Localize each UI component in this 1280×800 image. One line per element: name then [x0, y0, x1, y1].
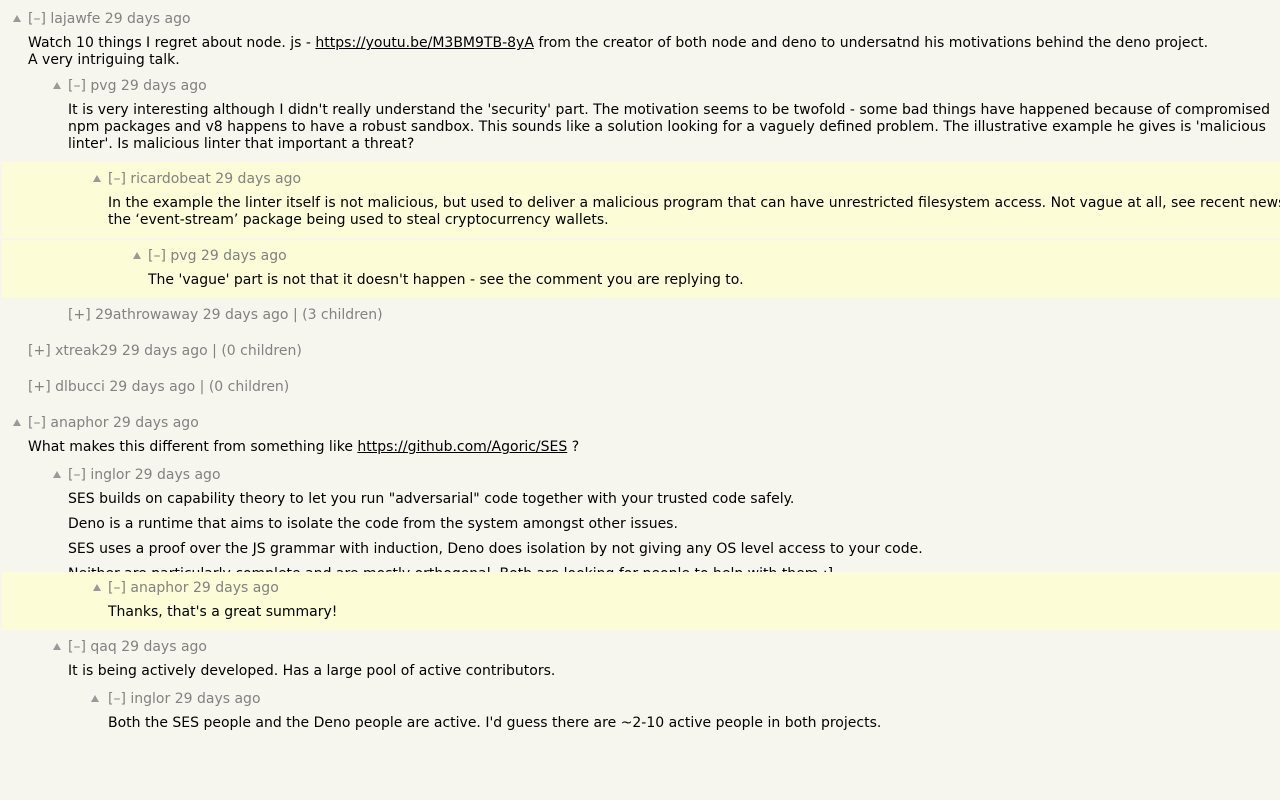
comment-author[interactable]: xtreak29: [55, 343, 117, 359]
comment-header: [–] pvg 29 days ago: [0, 78, 1280, 95]
comment-author[interactable]: qaq: [90, 639, 116, 655]
comment-author[interactable]: lajawfe: [50, 11, 100, 27]
comment: [–] qaq 29 days ago It is being actively…: [0, 630, 1280, 682]
comment-author[interactable]: pvg: [90, 78, 116, 94]
comment-age[interactable]: 29 days ago: [105, 11, 191, 27]
comment-body: It is very interesting although I didn't…: [68, 102, 1271, 152]
comment-body: Both the SES people and the Deno people …: [108, 715, 882, 731]
comment-author[interactable]: ricardobeat: [130, 171, 210, 187]
collapse-toggle[interactable]: [–]: [28, 415, 46, 431]
comment-body: Thanks, that's a great summary!: [108, 604, 338, 620]
comment-body: It is being actively developed. Has a la…: [68, 663, 556, 679]
collapse-toggle[interactable]: [–]: [68, 78, 86, 94]
comment-author[interactable]: anaphor: [130, 580, 188, 596]
upvote-arrow-icon[interactable]: [53, 643, 61, 650]
comment-header: [+] 29athrowaway 29 days ago | (3 childr…: [0, 307, 1280, 324]
comment-author[interactable]: dlbucci: [55, 379, 105, 395]
comment-age[interactable]: 29 days ago: [122, 343, 208, 359]
collapse-toggle[interactable]: [–]: [148, 248, 166, 264]
expand-toggle[interactable]: [+]: [28, 379, 51, 395]
comment: [–] pvg 29 days ago The 'vague' part is …: [2, 240, 1280, 298]
comment-header: [+] dlbucci 29 days ago | (0 children): [0, 379, 1280, 396]
comment-age[interactable]: 29 days ago: [113, 415, 199, 431]
separator: |: [292, 307, 298, 323]
children-count: (0 children): [221, 343, 302, 359]
comment-author[interactable]: inglor: [90, 467, 130, 483]
collapse-toggle[interactable]: [–]: [68, 639, 86, 655]
comment-header: [–] pvg 29 days ago: [2, 248, 1280, 265]
comment-header: [–] qaq 29 days ago: [0, 639, 1280, 656]
comment: [–] ricardobeat 29 days ago In the examp…: [2, 162, 1280, 238]
comment-link[interactable]: https://github.com/Agoric/SES: [357, 439, 567, 455]
comment-age[interactable]: 29 days ago: [193, 580, 279, 596]
collapse-toggle[interactable]: [–]: [108, 580, 126, 596]
comment-age[interactable]: 29 days ago: [121, 639, 207, 655]
expand-toggle[interactable]: [+]: [28, 343, 51, 359]
comment-header: [–] lajawfe 29 days ago: [0, 11, 1280, 28]
separator: |: [199, 379, 205, 395]
comment: [–] anaphor 29 days ago Thanks, that's a…: [2, 572, 1280, 630]
comment-author[interactable]: pvg: [170, 248, 196, 264]
comment-header: [–] anaphor 29 days ago: [2, 580, 1280, 597]
comment-age[interactable]: 29 days ago: [215, 171, 301, 187]
comment-header: [–] ricardobeat 29 days ago: [2, 171, 1280, 188]
children-count: (3 children): [302, 307, 383, 323]
comment-collapsed: [+] 29athrowaway 29 days ago | (3 childr…: [0, 298, 1280, 334]
expand-toggle[interactable]: [+]: [68, 307, 91, 323]
comment: [–] pvg 29 days ago It is very interesti…: [0, 70, 1280, 161]
collapse-toggle[interactable]: [–]: [68, 467, 86, 483]
comment: [–] inglor 29 days ago Both the SES peop…: [0, 682, 1280, 731]
comment-collapsed: [+] dlbucci 29 days ago | (0 children): [0, 370, 1280, 406]
comment: [–] inglor 29 days ago SES builds on cap…: [0, 458, 1280, 582]
comment-age[interactable]: 29 days ago: [121, 78, 207, 94]
comment-age[interactable]: 29 days ago: [203, 307, 289, 323]
comment-header: [–] anaphor 29 days ago: [0, 415, 1280, 432]
upvote-arrow-icon[interactable]: [13, 419, 21, 426]
comment-collapsed: [+] xtreak29 29 days ago | (0 children): [0, 334, 1280, 370]
comment-header: [+] xtreak29 29 days ago | (0 children): [0, 343, 1280, 360]
upvote-arrow-icon[interactable]: [93, 584, 101, 591]
comment: [–] anaphor 29 days ago What makes this …: [0, 406, 1280, 458]
comment-header: [–] inglor 29 days ago: [0, 691, 1280, 708]
comment-body: What makes this different from something…: [28, 439, 580, 455]
comment-author[interactable]: 29athrowaway: [95, 307, 198, 323]
comment: [–] lajawfe 29 days ago Watch 10 things …: [0, 0, 1280, 70]
collapse-toggle[interactable]: [–]: [108, 691, 126, 707]
upvote-arrow-icon[interactable]: [13, 15, 21, 22]
upvote-arrow-icon[interactable]: [91, 695, 99, 702]
comment-thread: [–] lajawfe 29 days ago Watch 10 things …: [0, 0, 1280, 800]
comment-body: In the example the linter itself is not …: [108, 195, 1280, 228]
upvote-arrow-icon[interactable]: [53, 82, 61, 89]
comment-author[interactable]: anaphor: [50, 415, 108, 431]
comment-header: [–] inglor 29 days ago: [0, 467, 1280, 484]
upvote-arrow-icon[interactable]: [93, 175, 101, 182]
separator: |: [212, 343, 217, 359]
collapse-toggle[interactable]: [–]: [108, 171, 126, 187]
comment-link[interactable]: https://youtu.be/M3BM9TB-8yA: [315, 35, 534, 51]
comment-author[interactable]: inglor: [130, 691, 170, 707]
comment-age[interactable]: 29 days ago: [175, 691, 261, 707]
children-count: (0 children): [208, 379, 290, 395]
collapse-toggle[interactable]: [–]: [28, 11, 46, 27]
comment-age[interactable]: 29 days ago: [109, 379, 195, 395]
upvote-arrow-icon[interactable]: [133, 252, 141, 259]
comment-body: SES builds on capability theory to let y…: [68, 491, 923, 582]
upvote-arrow-icon[interactable]: [53, 471, 61, 478]
comment-body: The 'vague' part is not that it doesn't …: [148, 272, 744, 288]
comment-body: Watch 10 things I regret about node. js …: [28, 35, 1209, 68]
comment-age[interactable]: 29 days ago: [135, 467, 221, 483]
comment-age[interactable]: 29 days ago: [201, 248, 287, 264]
